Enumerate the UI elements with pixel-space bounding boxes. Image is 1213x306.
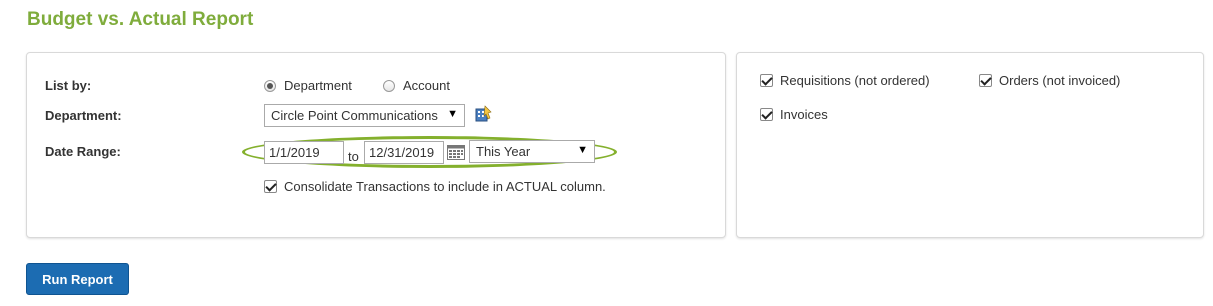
radio-account-control[interactable] [383, 79, 395, 92]
orders-label: Orders (not invoiced) [999, 73, 1121, 88]
run-report-button[interactable]: Run Report [26, 263, 129, 295]
requisitions-checkbox-row[interactable]: Requisitions (not ordered) [760, 73, 930, 88]
radio-department-control[interactable] [264, 79, 276, 92]
date-to-input[interactable] [364, 141, 444, 164]
radio-department[interactable]: Department [264, 78, 352, 93]
chevron-down-icon: ▼ [447, 108, 458, 120]
date-preset-value: This Year [476, 144, 531, 159]
date-from-input[interactable] [264, 141, 344, 164]
chevron-down-icon: ▼ [577, 144, 588, 156]
consolidate-label: Consolidate Transactions to include in A… [284, 179, 606, 194]
radio-account-label: Account [403, 78, 450, 93]
department-lookup-icon[interactable] [475, 105, 493, 126]
invoices-checkbox[interactable] [760, 108, 773, 121]
department-select[interactable]: Circle Point Communications ▼ [264, 104, 465, 127]
date-range-label: Date Range: [45, 144, 121, 159]
orders-checkbox-row[interactable]: Orders (not invoiced) [979, 73, 1120, 88]
requisitions-checkbox[interactable] [760, 74, 773, 87]
date-preset-select[interactable]: This Year ▼ [469, 140, 595, 163]
list-by-label: List by: [45, 78, 92, 93]
department-label: Department: [45, 108, 122, 123]
page-title: Budget vs. Actual Report [27, 9, 254, 30]
radio-department-label: Department [284, 78, 352, 93]
department-select-value: Circle Point Communications [271, 108, 438, 123]
radio-account[interactable]: Account [383, 78, 450, 93]
orders-checkbox[interactable] [979, 74, 992, 87]
requisitions-label: Requisitions (not ordered) [780, 73, 930, 88]
consolidate-checkbox[interactable] [264, 180, 277, 193]
date-to-text: to [348, 149, 359, 164]
invoices-label: Invoices [780, 107, 828, 122]
invoices-checkbox-row[interactable]: Invoices [760, 107, 828, 122]
consolidate-checkbox-row[interactable]: Consolidate Transactions to include in A… [264, 179, 606, 194]
calendar-icon[interactable] [447, 144, 465, 163]
